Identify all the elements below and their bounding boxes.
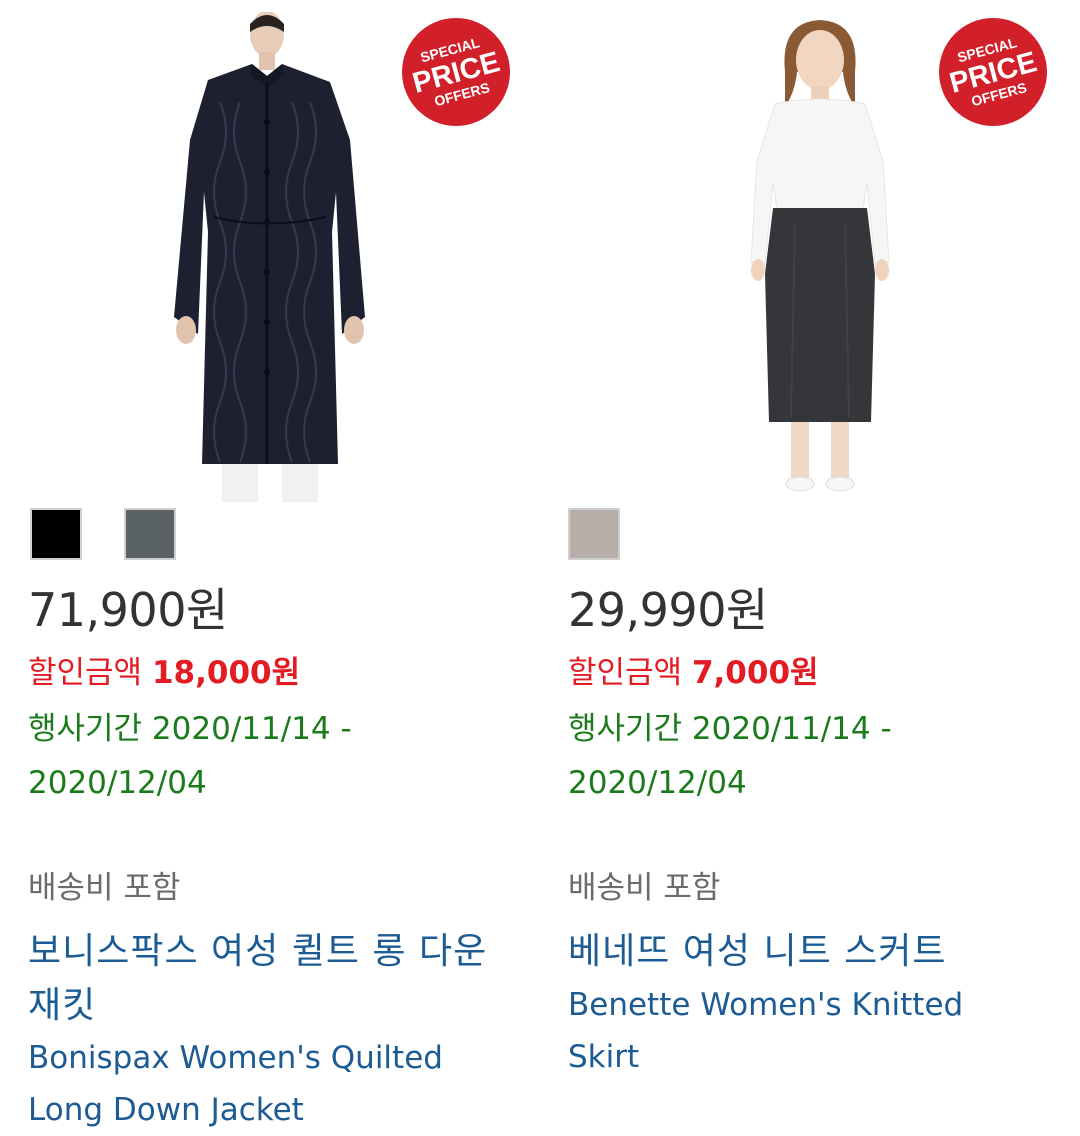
promotion-period: 행사기간 2020/11/14 - 2020/12/04 — [568, 711, 892, 801]
product-image[interactable] — [160, 12, 380, 502]
discount-amount: 7,000원 — [691, 655, 819, 691]
special-price-badge: SPECIAL PRICE OFFERS — [939, 18, 1047, 126]
promotion-period: 행사기간 2020/11/14 - 2020/12/04 — [28, 711, 352, 801]
shipping-info: 배송비 포함 — [568, 870, 721, 906]
color-swatch[interactable] — [30, 508, 82, 560]
product-title-link[interactable]: 보니스팍스 여성 퀼트 롱 다운 재킷 — [28, 925, 498, 1033]
product-title-english-link[interactable]: Benette Women's Knitted Skirt — [568, 979, 1038, 1083]
discount-label: 할인금액 — [28, 655, 143, 691]
shipping-info: 배송비 포함 — [28, 870, 181, 906]
color-swatches — [30, 508, 176, 562]
product-title-english-link[interactable]: Bonispax Women's Quilted Long Down Jacke… — [28, 1032, 498, 1136]
product-image-link[interactable]: SPECIAL PRICE OFFERS — [540, 0, 1060, 505]
discount-label: 할인금액 — [568, 655, 683, 691]
discount-info: 할인금액 7,000원 — [568, 647, 819, 692]
product-price: 71,900원 — [28, 583, 228, 637]
product-title-link[interactable]: 베네뜨 여성 니트 스커트 — [568, 925, 1038, 979]
product-card[interactable]: SPECIAL PRICE OFFERS 71,900원 할인금액 18,000… — [0, 0, 520, 1134]
product-price: 29,990원 — [568, 583, 768, 637]
product-grid: SPECIAL PRICE OFFERS 71,900원 할인금액 18,000… — [0, 0, 1080, 1134]
discount-amount: 18,000원 — [151, 655, 301, 691]
color-swatch[interactable] — [568, 508, 620, 560]
color-swatch[interactable] — [124, 508, 176, 560]
product-image-link[interactable]: SPECIAL PRICE OFFERS — [0, 0, 520, 505]
product-card[interactable]: SPECIAL PRICE OFFERS 29,990원 할인금액 7,000원… — [540, 0, 1060, 1134]
color-swatches — [568, 508, 620, 562]
special-price-badge: SPECIAL PRICE OFFERS — [402, 18, 510, 126]
discount-info: 할인금액 18,000원 — [28, 647, 300, 692]
